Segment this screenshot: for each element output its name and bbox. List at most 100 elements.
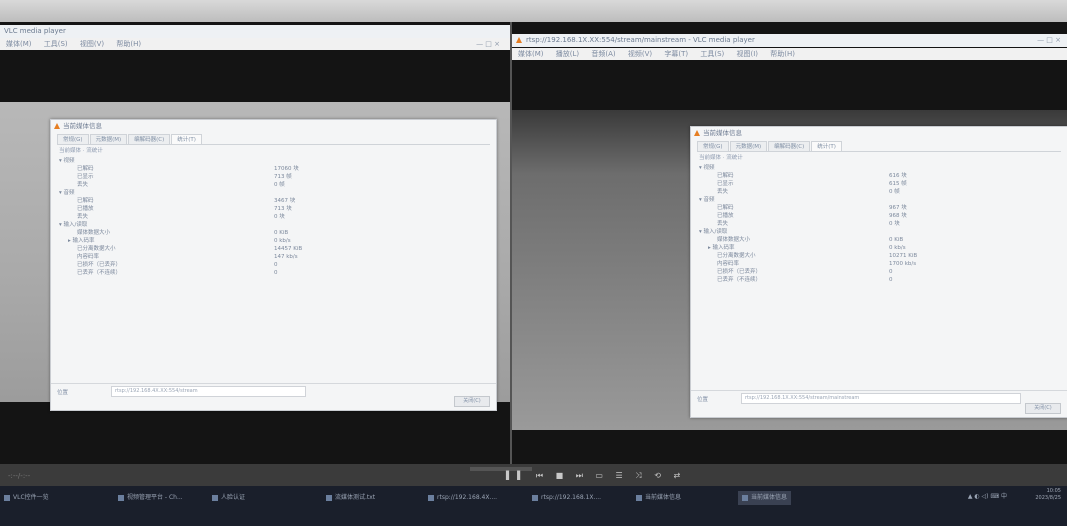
stat-label: ▸ 输入码率: [708, 245, 735, 251]
left-subtabs: 当前媒体 · 流统计: [59, 148, 103, 154]
stat-value: 17060 块: [274, 166, 299, 172]
close-button[interactable]: 关闭(C): [1025, 403, 1061, 414]
stat-row: 已解码 17060 块: [59, 165, 488, 173]
stat-label: ▾ 输入/读取: [699, 229, 728, 235]
right-menu-help[interactable]: 帮助(H): [770, 50, 795, 58]
taskbar-item[interactable]: 当前媒体信息: [738, 491, 792, 505]
tab-statistics[interactable]: 统计(T): [171, 134, 202, 144]
taskbar-item-label: VLC控件一览: [13, 494, 49, 501]
vlc-cone-icon: [694, 130, 700, 136]
app-icon: [742, 494, 748, 501]
left-window-controls[interactable]: — □ ×: [476, 38, 500, 50]
stat-label: 媒体数据大小: [77, 230, 111, 236]
tab-general[interactable]: 常规(G): [57, 134, 89, 144]
stat-label: 丢失: [77, 182, 89, 188]
stat-value: 0 块: [274, 214, 285, 220]
app-icon: [4, 494, 10, 501]
taskbar-item-label: 流媒体测试.txt: [335, 494, 376, 501]
taskbar-item-label: 当前媒体信息: [751, 494, 788, 501]
control-buttons[interactable]: ▌▌ ⏮ ■ ⏭ ▭ ☰ ⤨ ⟲ ⇄: [506, 471, 685, 481]
stat-row: ▾ 音频: [699, 196, 1059, 204]
taskbar-item[interactable]: 人脸认证: [212, 491, 245, 505]
stat-row: ▸ 输入码率 0 kb/s: [699, 244, 1059, 252]
taskbar: VLC控件一览 视频管理平台 - Ch... 人脸认证 流媒体测试.txt rtsp:/…: [0, 486, 1067, 526]
stat-row: 已播放 968 块: [699, 212, 1059, 220]
stat-value: 0 块: [889, 221, 900, 227]
close-button[interactable]: 关闭(C): [454, 396, 490, 407]
stat-value: 967 块: [889, 205, 907, 211]
stat-row: 已丢弃（不连续） 0: [699, 276, 1059, 284]
app-icon: [428, 494, 434, 501]
stat-value: 713 帧: [274, 174, 292, 180]
stat-value: 0 KiB: [889, 237, 904, 243]
app-icon: [212, 494, 218, 501]
stat-value: 14457 KiB: [274, 246, 303, 252]
stat-row: 内容码率 1700 kb/s: [699, 260, 1059, 268]
stat-label: 已分离数据大小: [77, 246, 116, 252]
left-vlc-window: VLC media player 媒体(M) 工具(S) 视图(V) 帮助(H)…: [0, 22, 510, 464]
stat-row: ▸ 输入码率 0 kb/s: [59, 237, 488, 245]
location-field[interactable]: rtsp://192.168.4X.XX:554/stream: [111, 386, 306, 397]
left-window-title: VLC media player: [0, 25, 510, 38]
right-vlc-window: rtsp://192.168.1X.XX:554/stream/mainstre…: [512, 22, 1067, 464]
stat-row: 内容码率 147 kb/s: [59, 253, 488, 261]
tab-general[interactable]: 常规(G): [697, 141, 729, 151]
right-menu-media[interactable]: 媒体(M): [518, 50, 544, 58]
vlc-cone-icon: [516, 37, 522, 43]
taskbar-item-label: 人脸认证: [221, 494, 246, 501]
stat-label: 媒体数据大小: [717, 237, 751, 243]
stat-value: 968 块: [889, 213, 907, 219]
playback-controls: -:--/-:-- ▌▌ ⏮ ■ ⏭ ▭ ☰ ⤨ ⟲ ⇄: [0, 464, 1067, 486]
stat-value: 0: [889, 269, 893, 275]
tab-metadata[interactable]: 元数据(M): [729, 141, 768, 151]
taskbar-item[interactable]: rtsp://192.168.4X....: [428, 491, 497, 505]
right-media-info-dialog: 当前媒体信息 常规(G) 元数据(M) 编解码器(C) 统计(T) 当前媒体 ·…: [690, 126, 1067, 418]
taskbar-item[interactable]: VLC控件一览: [4, 491, 49, 505]
stat-label: 内容码率: [717, 261, 740, 267]
tab-statistics[interactable]: 统计(T): [811, 141, 842, 151]
taskbar-item[interactable]: 当前媒体信息: [636, 491, 681, 505]
stat-value: 0 kb/s: [274, 238, 291, 244]
stat-row: 已解码 616 块: [699, 172, 1059, 180]
left-menu-media[interactable]: 媒体(M): [6, 40, 32, 48]
stat-label: 已显示: [77, 174, 94, 180]
stat-label: 已解码: [717, 205, 734, 211]
taskbar-item-label: rtsp://192.168.4X....: [437, 494, 498, 501]
taskbar-item[interactable]: 流媒体测试.txt: [326, 491, 375, 505]
right-menu-audio[interactable]: 音频(A): [591, 50, 615, 58]
taskbar-item[interactable]: 视频管理平台 - Ch...: [118, 491, 183, 505]
stat-label: 已显示: [717, 181, 734, 187]
right-menu-playback[interactable]: 播放(L): [556, 50, 579, 58]
system-tray[interactable]: ▲ ◐ ◁) ⌨ 中: [968, 491, 1007, 500]
stat-row: 已解码 3467 块: [59, 197, 488, 205]
stat-row: 丢失 0 帧: [699, 188, 1059, 196]
left-menu-view[interactable]: 视图(V): [80, 40, 104, 48]
stat-label: 已播放: [717, 213, 734, 219]
right-menu-subtitle[interactable]: 字幕(T): [664, 50, 688, 58]
left-menu-help[interactable]: 帮助(H): [116, 40, 141, 48]
right-menu-video[interactable]: 视频(V): [628, 50, 652, 58]
stat-value: 1700 kb/s: [889, 261, 917, 267]
location-label: 位置: [697, 397, 709, 403]
left-menu-tools[interactable]: 工具(S): [44, 40, 68, 48]
tab-codec[interactable]: 编解码器(C): [128, 134, 171, 144]
taskbar-item[interactable]: rtsp://192.168.1X....: [532, 491, 601, 505]
tab-metadata[interactable]: 元数据(M): [89, 134, 128, 144]
tab-codec[interactable]: 编解码器(C): [768, 141, 811, 151]
left-dialog-footer: 位置 rtsp://192.168.4X.XX:554/stream 关闭(C): [51, 383, 496, 410]
right-window-controls[interactable]: — □ ×: [1037, 34, 1061, 47]
stat-value: 0: [274, 262, 278, 268]
stat-value: 713 块: [274, 206, 292, 212]
stat-label: ▾ 音频: [699, 197, 715, 203]
location-field[interactable]: rtsp://192.168.1X.XX:554/stream/mainstre…: [741, 393, 1021, 404]
stat-value: 0: [889, 277, 893, 283]
stat-row: 已解码 967 块: [699, 204, 1059, 212]
right-menu-tools[interactable]: 工具(S): [700, 50, 724, 58]
right-dialog-footer: 位置 rtsp://192.168.1X.XX:554/stream/mains…: [691, 390, 1067, 417]
right-dialog-title: 当前媒体信息: [691, 127, 1067, 139]
stat-row: 已损坏（已丢弃） 0: [59, 261, 488, 269]
left-media-info-dialog: 当前媒体信息 常规(G) 元数据(M) 编解码器(C) 统计(T) 当前媒体 ·…: [50, 119, 497, 411]
location-label: 位置: [57, 390, 69, 396]
stat-label: ▾ 输入/读取: [59, 222, 88, 228]
right-menu-view[interactable]: 视图(I): [736, 50, 758, 58]
